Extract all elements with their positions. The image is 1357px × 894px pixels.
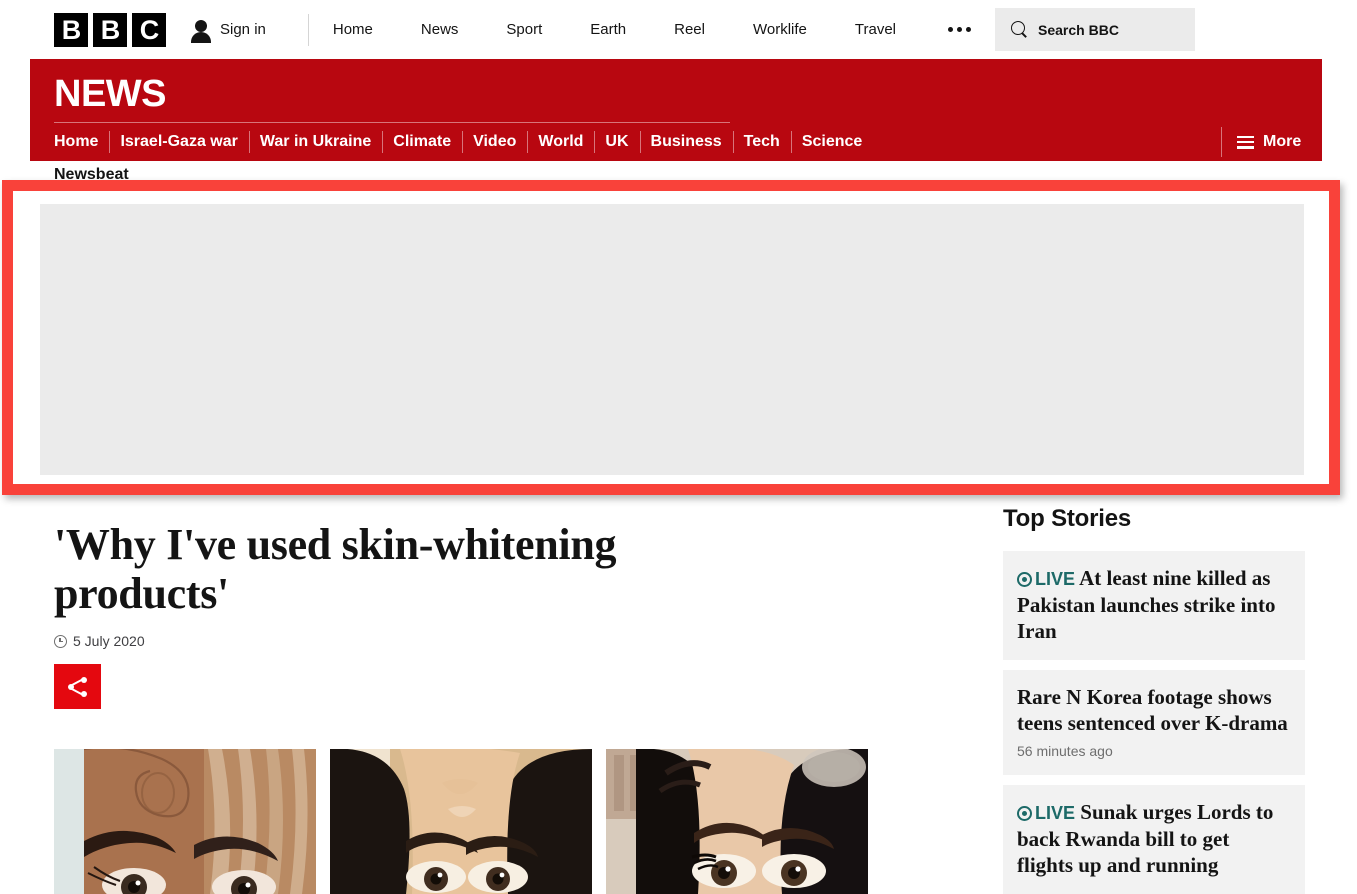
live-label-1: LIVE	[1035, 569, 1076, 589]
page-title: 'Why I've used skin-whitening products'	[54, 520, 617, 618]
section-link-war-in-ukraine[interactable]: War in Ukraine	[248, 123, 382, 161]
bbc-logo-letter-3: C	[132, 12, 166, 47]
nav-link-news[interactable]: News	[397, 21, 483, 38]
section-nav-links: Home Israel-Gaza war War in Ukraine Clim…	[30, 123, 873, 161]
nav-link-worklife[interactable]: Worklife	[729, 21, 831, 38]
top-story-headline-3: LIVE Sunak urges Lords to back Rwanda bi…	[1017, 799, 1289, 878]
live-dot-icon	[1017, 806, 1032, 821]
top-story-headline-2: Rare N Korea footage shows teens sentenc…	[1017, 684, 1289, 736]
section-link-business[interactable]: Business	[639, 123, 733, 161]
top-story-text-2: Rare N Korea footage shows teens sentenc…	[1017, 685, 1288, 735]
sign-in-label: Sign in	[220, 21, 266, 38]
more-button-label: More	[1263, 133, 1302, 150]
top-story-time-2: 56 minutes ago	[1017, 743, 1113, 759]
sign-in-button[interactable]: Sign in	[190, 18, 266, 43]
section-link-science[interactable]: Science	[790, 123, 873, 161]
section-link-climate[interactable]: Climate	[382, 123, 462, 161]
live-badge-3: LIVE	[1017, 803, 1075, 823]
global-navigation-bar: B B C Sign in Home News Sport Earth Reel…	[0, 0, 1357, 59]
highlight-annotation-box	[2, 180, 1340, 495]
news-brand-title[interactable]: NEWS	[54, 73, 167, 116]
global-nav-links: Home News Sport Earth Reel Worklife Trav…	[309, 21, 920, 38]
top-story-item-2[interactable]: Rare N Korea footage shows teens sentenc…	[1003, 670, 1305, 775]
nav-link-reel[interactable]: Reel	[650, 21, 729, 38]
nav-link-home[interactable]: Home	[309, 21, 397, 38]
section-link-world[interactable]: World	[527, 123, 594, 161]
search-bbc-button[interactable]: Search BBC	[995, 8, 1196, 51]
person-icon	[190, 18, 212, 43]
section-link-uk[interactable]: UK	[594, 123, 639, 161]
article-photo-3	[606, 749, 868, 894]
bbc-news-article-page: B B C Sign in Home News Sport Earth Reel…	[0, 0, 1357, 894]
section-link-tech[interactable]: Tech	[732, 123, 791, 161]
dot-1	[948, 27, 954, 32]
search-label: Search BBC	[1038, 21, 1119, 38]
article-image-strip	[54, 749, 868, 894]
nav-link-sport[interactable]: Sport	[482, 21, 566, 38]
article-photo-1	[54, 749, 316, 894]
bbc-logo-letter-1: B	[54, 12, 88, 47]
top-stories-title: Top Stories	[1003, 505, 1132, 532]
top-story-item-1[interactable]: LIVE At least nine killed as Pakistan la…	[1003, 551, 1305, 660]
bbc-logo-letter-2: B	[93, 12, 127, 47]
article-date: 5 July 2020	[73, 633, 145, 649]
more-button[interactable]: More	[1221, 123, 1322, 161]
live-dot-icon	[1017, 572, 1032, 587]
media-placeholder	[40, 204, 1304, 475]
bbc-logo[interactable]: B B C	[54, 12, 166, 47]
search-icon	[1011, 21, 1028, 38]
dot-3	[966, 27, 972, 32]
article-photo-2	[330, 749, 592, 894]
clock-icon	[54, 634, 67, 648]
top-story-headline-1: LIVE At least nine killed as Pakistan la…	[1017, 565, 1289, 644]
section-link-home[interactable]: Home	[54, 123, 109, 161]
article-timestamp: 5 July 2020	[54, 633, 145, 649]
live-label-3: LIVE	[1035, 803, 1076, 823]
hamburger-icon	[1237, 135, 1254, 149]
news-section-navigation: Home Israel-Gaza war War in Ukraine Clim…	[30, 123, 1322, 161]
share-icon	[67, 676, 88, 697]
live-badge-1: LIVE	[1017, 569, 1075, 589]
top-stories-sidebar: Top Stories LIVE At least nine killed as…	[1003, 505, 1305, 894]
more-menu-icon[interactable]	[928, 27, 991, 32]
section-link-israel-gaza-war[interactable]: Israel-Gaza war	[109, 123, 248, 161]
nav-link-earth[interactable]: Earth	[566, 21, 650, 38]
news-masthead: NEWS	[30, 59, 1322, 123]
share-button[interactable]	[54, 664, 101, 709]
top-story-item-3[interactable]: LIVE Sunak urges Lords to back Rwanda bi…	[1003, 785, 1305, 894]
nav-link-travel[interactable]: Travel	[831, 21, 920, 38]
dot-2	[957, 27, 963, 32]
section-link-video[interactable]: Video	[462, 123, 527, 161]
